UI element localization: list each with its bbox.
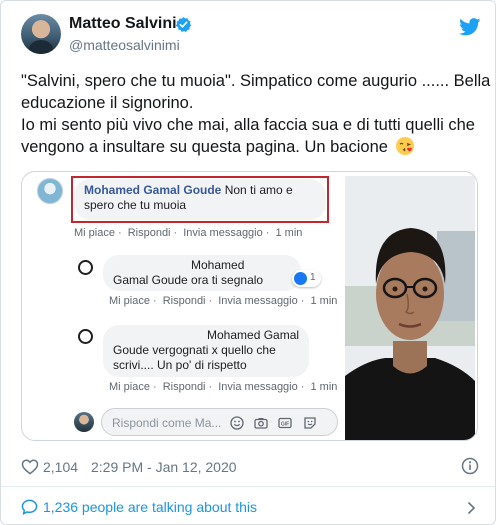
timestamp: 1 min	[310, 381, 338, 393]
message-link[interactable]: Invia messaggio	[218, 381, 298, 393]
verified-badge-icon	[175, 17, 192, 32]
reply-actions: Mi piace · Rispondi · Invia messaggio · 1 m…	[109, 295, 340, 307]
sticker-icon[interactable]	[303, 416, 317, 430]
separator: ·	[208, 295, 213, 307]
separator: ·	[152, 295, 157, 307]
reply-bubble: Mohamed Gamal Goude ora ti segnalo	[103, 255, 301, 291]
reply-input[interactable]: Rispondi come Ma... GIF	[101, 408, 338, 436]
people-talking-link[interactable]: 1,236 people are talking about this	[43, 499, 257, 515]
reply-avatar	[78, 329, 93, 344]
reply-text: Goude vergognati x quello che	[113, 343, 276, 357]
tweet-line: Io mi sento più vivo che mai, alla facci…	[21, 116, 475, 134]
message-link[interactable]: Invia messaggio	[183, 227, 263, 239]
author-avatar[interactable]	[21, 14, 61, 54]
timestamp: 1 min	[275, 227, 303, 239]
reply-text: Gamal Goude ora ti segnalo	[113, 273, 264, 287]
author-handle[interactable]: @matteosalvinimi	[69, 37, 180, 53]
tweet-line-last: vengono a insultare su questa pagina. Un…	[21, 136, 481, 158]
chevron-right-icon[interactable]	[467, 501, 476, 515]
like-count[interactable]: 2,104	[43, 459, 78, 475]
selfie-illustration	[345, 176, 475, 440]
current-user-avatar	[74, 412, 94, 432]
camera-icon[interactable]	[254, 416, 268, 430]
reply-bubble: Mohamed Gamal Goude vergognati x quello …	[103, 325, 309, 377]
reaction-badge[interactable]: 1	[292, 270, 321, 287]
separator: ·	[152, 381, 157, 393]
like-link[interactable]: Mi piace	[109, 295, 150, 307]
separator: ·	[117, 227, 122, 239]
reply-link[interactable]: Rispondi	[163, 381, 206, 393]
heart-icon[interactable]	[21, 458, 39, 475]
attached-screenshot[interactable]: Mohamed Gamal Goude Non ti amo e spero c…	[21, 171, 478, 441]
separator: ·	[173, 227, 178, 239]
tweet-text: "Salvini, spero che tu muoia". Simpatico…	[21, 70, 491, 158]
divider	[1, 486, 495, 487]
tweet-line: educazione il signorino.	[21, 94, 194, 112]
reply-placeholder: Rispondi come Ma...	[112, 416, 222, 430]
kissing-face-emoji-icon	[395, 137, 414, 155]
tweet-card: Matteo Salvini @matteosalvinimi "Salvini…	[0, 0, 496, 525]
separator: ·	[300, 381, 305, 393]
reply-text: Mohamed	[191, 258, 245, 272]
comment-actions: Mi piace · Rispondi · Invia messaggio · 1 m…	[74, 227, 305, 239]
info-icon[interactable]	[461, 457, 479, 475]
tweet-line: "Salvini, spero che tu muoia". Simpatico…	[21, 72, 491, 90]
svg-text:GIF: GIF	[281, 422, 289, 428]
speech-bubble-icon	[21, 499, 38, 515]
emoji-icon[interactable]	[230, 416, 244, 430]
reply-link[interactable]: Rispondi	[163, 295, 206, 307]
reply-text: Mohamed Gamal	[207, 328, 300, 342]
commenter-avatar	[37, 178, 63, 204]
separator: ·	[265, 227, 270, 239]
reply-avatar	[78, 260, 93, 275]
reaction-count: 1	[310, 272, 316, 283]
like-reaction-icon	[294, 272, 307, 285]
gif-icon[interactable]: GIF	[278, 416, 292, 430]
red-highlight-box	[71, 176, 329, 223]
timestamp: 1 min	[310, 295, 338, 307]
tweet-line: vengono a insultare su questa pagina. Un…	[21, 138, 388, 156]
like-link[interactable]: Mi piace	[74, 227, 115, 239]
separator: ·	[300, 295, 305, 307]
author-name[interactable]: Matteo Salvini	[69, 15, 177, 33]
selfie-photo	[345, 176, 475, 440]
separator: ·	[208, 381, 213, 393]
like-link[interactable]: Mi piace	[109, 381, 150, 393]
reply-actions: Mi piace · Rispondi · Invia messaggio · 1 m…	[109, 381, 340, 393]
message-link[interactable]: Invia messaggio	[218, 295, 298, 307]
twitter-bird-icon[interactable]	[459, 18, 481, 36]
reply-text: scrivi.... Un po' di rispetto	[113, 358, 247, 372]
tweet-timestamp[interactable]: 2:29 PM - Jan 12, 2020	[91, 459, 237, 475]
reply-link[interactable]: Rispondi	[128, 227, 171, 239]
